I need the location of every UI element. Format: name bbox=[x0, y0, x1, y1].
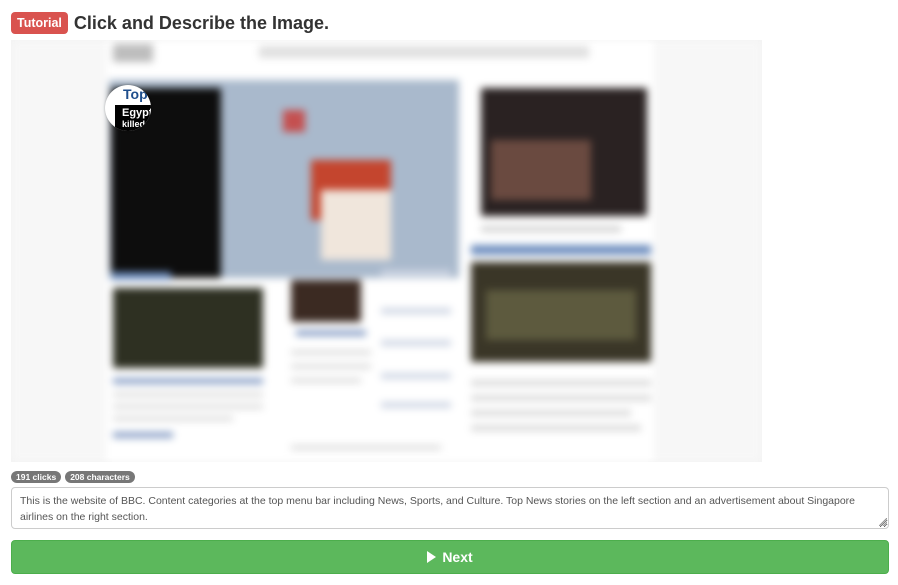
click-magnifier: Top Egypt killed bbox=[105, 85, 151, 131]
resize-handle-icon[interactable] bbox=[879, 518, 887, 526]
header: Tutorial Click and Describe the Image. bbox=[11, 11, 329, 35]
screenshot-image[interactable]: Top Egypt killed bbox=[11, 40, 762, 462]
magnified-heading: Top bbox=[123, 86, 148, 102]
tutorial-badge[interactable]: Tutorial bbox=[11, 12, 68, 34]
clicks-badge: 191 clicks bbox=[11, 471, 62, 483]
next-button-label: Next bbox=[442, 549, 473, 565]
magnified-headline-line2: killed bbox=[122, 119, 146, 129]
magnified-headline-line1: Egypt bbox=[122, 107, 151, 119]
next-button[interactable]: Next bbox=[11, 540, 889, 574]
characters-badge: 208 characters bbox=[65, 471, 135, 483]
page-title: Click and Describe the Image. bbox=[73, 12, 329, 33]
stats-bar: 191 clicks 208 characters bbox=[11, 471, 135, 483]
description-textarea[interactable] bbox=[11, 487, 889, 529]
play-icon bbox=[427, 551, 437, 563]
